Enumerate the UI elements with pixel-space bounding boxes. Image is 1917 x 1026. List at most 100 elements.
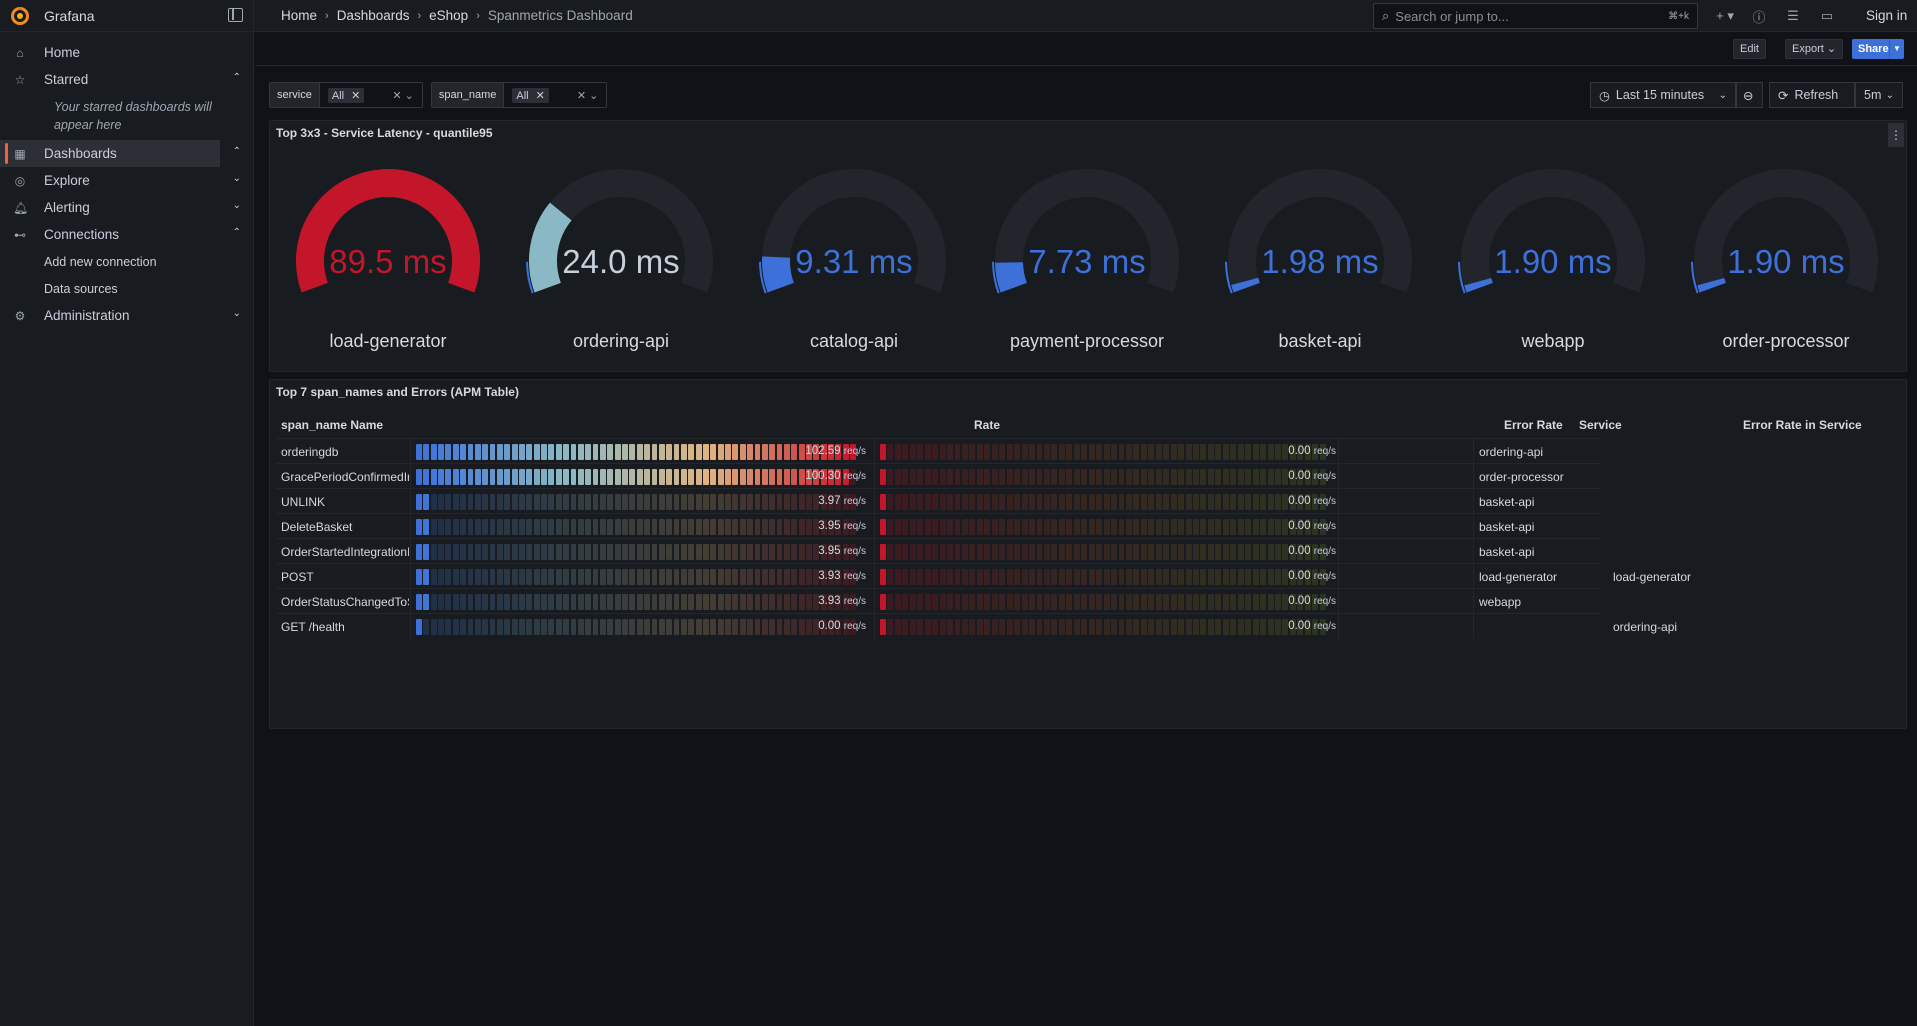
table-row[interactable]: GracePeriodConfirmedInteg 100.30 req/s 0.0…	[276, 463, 1600, 489]
dock-menu-icon[interactable]	[228, 7, 243, 22]
bar-cell	[1081, 469, 1088, 485]
bar-cell	[754, 594, 761, 610]
column-header-service[interactable]: Service	[1579, 418, 1622, 432]
bar-cell	[585, 519, 592, 535]
chevron-up-icon[interactable]: ⌃	[233, 227, 241, 238]
bar-cell	[526, 594, 533, 610]
bar-cell	[460, 494, 467, 510]
bar-cell	[902, 469, 909, 485]
bar-cell	[887, 444, 894, 460]
remove-icon[interactable]: ✕	[536, 90, 545, 102]
bar-cell	[629, 569, 636, 585]
variable-service[interactable]: service All ✕ ✕ ⌄	[269, 82, 423, 108]
grafana-logo-icon[interactable]	[10, 6, 30, 26]
table-row[interactable]: UNLINK 3.97 req/s 0.00 req/s basket-api	[276, 488, 1600, 514]
bar-cell	[423, 469, 430, 485]
bar-cell	[969, 444, 976, 460]
table-row[interactable]: orderingdb 102.59 req/s 0.00 req/s ordering…	[276, 438, 1600, 464]
bar-cell	[1163, 494, 1170, 510]
table-row[interactable]: POST 3.93 req/s 0.00 req/s load-generator lo…	[276, 563, 1691, 589]
gauge-fill	[529, 202, 572, 293]
bar-cell	[909, 619, 916, 635]
chevron-down-icon[interactable]: ⌄	[233, 200, 241, 211]
sidebar-item-dashboards[interactable]: ▦ Dashboards ⌃	[0, 140, 241, 167]
sign-in-link[interactable]: Sign in	[1866, 8, 1907, 23]
table-row[interactable]: GET /health 0.00 req/s 0.00 req/s ordering-…	[276, 613, 1677, 639]
bar-cell	[666, 544, 673, 560]
clear-icon[interactable]: ✕ ⌄	[577, 89, 599, 102]
bar-cell	[474, 444, 481, 460]
news-icon[interactable]: ☰	[1776, 0, 1810, 32]
bar-cell	[939, 594, 946, 610]
column-header-error-rate[interactable]: Error Rate	[1504, 418, 1563, 432]
bar-cell	[1036, 444, 1043, 460]
bar-cell	[887, 619, 894, 635]
variable-value[interactable]: All ✕ ✕ ⌄	[319, 83, 422, 107]
bar-cell	[1133, 544, 1140, 560]
column-divider	[410, 489, 411, 514]
zoom-out-button[interactable]: ⊖	[1736, 82, 1763, 108]
bar-cell	[489, 594, 496, 610]
bar-cell	[1118, 569, 1125, 585]
chevron-down-icon[interactable]: ⌄	[233, 173, 241, 184]
bar-cell	[607, 594, 614, 610]
sidebar-item-alerting[interactable]: 🔔︎ Alerting ⌄	[0, 194, 253, 221]
bar-cell	[644, 569, 650, 585]
bar-cell	[1103, 494, 1110, 510]
clear-icon[interactable]: ✕ ⌄	[392, 89, 414, 102]
table-row[interactable]: OrderStartedIntegrationEve 3.95 req/s 0.00…	[276, 538, 1600, 564]
variable-span-name[interactable]: span_name All ✕ ✕ ⌄	[430, 82, 608, 108]
chevron-up-icon[interactable]: ⌃	[233, 146, 241, 157]
sidebar-item-connections[interactable]: ⊷ Connections ⌃	[0, 221, 253, 248]
refresh-button[interactable]: ⟳ Refresh	[1769, 82, 1855, 108]
share-button[interactable]: Share ▼	[1852, 39, 1904, 59]
bar-cell	[526, 494, 533, 510]
bar-cell	[939, 469, 946, 485]
bar-cell	[533, 569, 540, 585]
column-header-error-rate-in-service[interactable]: Error Rate in Service	[1743, 418, 1862, 432]
bar-cell	[695, 469, 702, 485]
sidebar-item-starred[interactable]: ☆ Starred ⌃	[0, 66, 253, 93]
column-header-rate[interactable]: Rate	[974, 418, 1000, 432]
edit-button[interactable]: Edit	[1733, 39, 1766, 59]
export-button[interactable]: Export ⌄	[1785, 39, 1844, 59]
sidebar-item-home[interactable]: ⌂ Home	[0, 39, 253, 66]
breadcrumb-dashboards[interactable]: Dashboards	[337, 8, 410, 23]
bar-cell	[636, 494, 643, 510]
bar-cell	[658, 619, 665, 635]
bar-cell	[1118, 544, 1125, 560]
remove-icon[interactable]: ✕	[351, 90, 360, 102]
bar-cell	[1058, 494, 1065, 510]
refresh-interval-picker[interactable]: 5m ⌄	[1855, 82, 1903, 108]
bar-cell	[1051, 569, 1058, 585]
bar-cell	[1193, 444, 1199, 460]
sidebar-item-data-sources[interactable]: Data sources	[0, 275, 253, 302]
bar-cell	[1118, 444, 1125, 460]
help-icon[interactable]: ⓘ	[1742, 0, 1776, 32]
sidebar-item-administration[interactable]: ⚙ Administration ⌄	[0, 302, 253, 329]
breadcrumb-home[interactable]: Home	[281, 8, 317, 23]
sidebar-item-explore[interactable]: ◎ Explore ⌄	[0, 167, 253, 194]
chevron-down-icon[interactable]: ⌄	[233, 308, 241, 319]
bar-cell	[1133, 569, 1140, 585]
table-row[interactable]: OrderStatusChangedToSub 3.93 req/s 0.00 re…	[276, 588, 1600, 614]
chevron-down-icon[interactable]: ▼	[1889, 39, 1904, 59]
column-header-name[interactable]: span_name Name	[281, 418, 383, 432]
column-divider	[410, 514, 411, 539]
variable-value[interactable]: All ✕ ✕ ⌄	[504, 83, 607, 107]
cog-icon: ⚙	[14, 309, 26, 323]
search-input[interactable]: ⌕ Search or jump to... ⌘+k	[1373, 3, 1698, 29]
add-new-icon[interactable]: + ▾	[1708, 0, 1742, 32]
kiosk-icon[interactable]: ▭	[1810, 0, 1844, 32]
sidebar-item-add-new-connection[interactable]: Add new connection	[0, 248, 253, 275]
bar-cell	[1051, 494, 1058, 510]
bar-cell	[917, 444, 924, 460]
table-row[interactable]: DeleteBasket 3.95 req/s 0.00 req/s basket-a…	[276, 513, 1600, 539]
breadcrumb-eshop[interactable]: eShop	[429, 8, 468, 23]
bar-cell	[445, 619, 452, 635]
bar-cell	[1088, 494, 1095, 510]
column-divider	[410, 439, 411, 464]
time-range-picker[interactable]: ◷ Last 15 minutes ⌄	[1590, 82, 1736, 108]
bar-cell	[939, 444, 946, 460]
chevron-up-icon[interactable]: ⌃	[233, 72, 241, 83]
